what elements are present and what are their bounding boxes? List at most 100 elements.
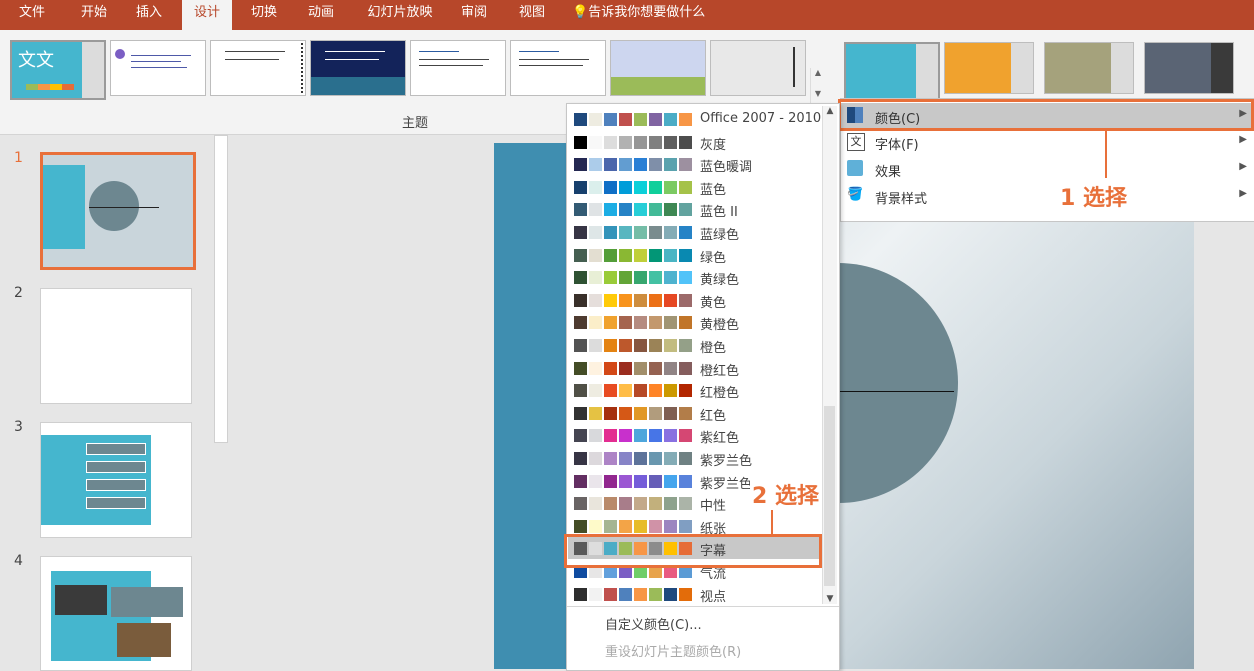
color-swatch <box>619 452 632 465</box>
color-swatch <box>574 271 587 285</box>
tab-animations[interactable]: 动画 <box>297 0 345 28</box>
variant-thumb-2[interactable] <box>944 42 1034 94</box>
color-scheme-row[interactable]: 蓝色 <box>568 176 820 198</box>
ribbon-tab-bar: 文件 开始 插入 设计 切换 动画 幻灯片放映 审阅 视图 💡告诉我你想要做什么 <box>0 0 1254 30</box>
color-swatch <box>649 339 662 352</box>
color-swatch <box>589 361 602 375</box>
tab-transitions[interactable]: 切换 <box>240 0 288 28</box>
color-scheme-name: 橙红色 <box>700 363 740 379</box>
scroll-up-icon[interactable]: ▲ <box>823 106 837 116</box>
color-scheme-row[interactable]: 紫红色 <box>568 424 820 446</box>
color-scheme-name: 蓝色 II <box>700 205 738 221</box>
reset-theme-colors-item[interactable]: 重设幻灯片主题颜色(R) <box>605 641 741 660</box>
color-swatch <box>619 135 632 149</box>
scroll-down-icon[interactable]: ▼ <box>811 89 825 98</box>
chevron-right-icon: ▶ <box>1239 134 1247 145</box>
tab-insert[interactable]: 插入 <box>125 0 173 28</box>
variant-thumb-3[interactable] <box>1044 42 1134 94</box>
color-swatch <box>604 519 617 533</box>
color-swatch <box>634 316 647 330</box>
tell-me-box[interactable]: 💡告诉我你想要做什么 <box>572 0 722 28</box>
custom-colors-item[interactable]: 自定义颜色(C)... <box>605 614 702 633</box>
theme-thumb-2[interactable] <box>110 40 206 96</box>
slide-thumb-4[interactable] <box>40 556 192 671</box>
color-scheme-row[interactable]: 红色 <box>568 402 820 424</box>
theme-thumb-1[interactable]: 文文 <box>10 40 106 100</box>
color-swatch <box>619 497 632 511</box>
color-swatch <box>574 293 587 307</box>
color-scheme-row[interactable]: 黄绿色 <box>568 266 820 288</box>
callout-line-1 <box>1105 130 1107 178</box>
color-swatch <box>619 293 632 307</box>
color-swatch <box>679 429 692 443</box>
menu-item-fonts[interactable]: 文 字体(F) ▶ <box>841 129 1253 155</box>
color-swatch <box>664 339 677 352</box>
color-swatch <box>619 180 632 194</box>
color-swatch <box>604 158 617 172</box>
color-scheme-row[interactable]: 蓝色暖调 <box>568 153 820 175</box>
color-scheme-row[interactable]: 橙色 <box>568 334 820 356</box>
tab-slideshow[interactable]: 幻灯片放映 <box>357 0 443 28</box>
tab-review[interactable]: 审阅 <box>450 0 498 28</box>
color-swatch <box>679 271 692 285</box>
slide-thumbnail-pane: 1 2 3 4 <box>0 135 232 671</box>
color-swatch <box>679 519 692 533</box>
color-scheme-row[interactable]: 绿色 <box>568 244 820 266</box>
variant-thumb-4[interactable] <box>1144 42 1234 94</box>
color-scheme-row[interactable]: 紫罗兰色 <box>568 447 820 469</box>
color-swatch <box>664 452 677 465</box>
color-scheme-row[interactable]: 橙红色 <box>568 357 820 379</box>
color-scheme-name: 蓝色 <box>700 182 727 198</box>
scroll-up-icon[interactable]: ▲ <box>811 68 825 77</box>
color-swatch <box>679 113 692 126</box>
color-swatch <box>589 339 602 352</box>
color-swatch <box>619 474 632 488</box>
color-scheme-row[interactable]: 黄橙色 <box>568 311 820 333</box>
color-swatch <box>649 248 662 262</box>
color-scheme-row[interactable]: 蓝绿色 <box>568 221 820 243</box>
theme-thumb-8[interactable] <box>710 40 806 96</box>
lightbulb-icon: 💡 <box>572 5 589 20</box>
slide-thumb-3[interactable] <box>40 422 192 538</box>
tab-home[interactable]: 开始 <box>70 0 118 28</box>
color-swatch <box>619 519 632 533</box>
color-swatch <box>574 158 587 172</box>
theme-thumb-7[interactable] <box>610 40 706 96</box>
theme-thumb-6[interactable] <box>510 40 606 96</box>
color-scheme-row[interactable]: 蓝色 II <box>568 198 820 220</box>
scroll-down-icon[interactable]: ▼ <box>823 594 837 604</box>
theme-thumb-5[interactable] <box>410 40 506 96</box>
dropdown-scrollbar[interactable]: ▲ ▼ <box>822 106 837 604</box>
color-swatch <box>679 587 692 601</box>
color-swatch <box>679 384 692 398</box>
menu-item-effects[interactable]: 效果 ▶ <box>841 156 1253 182</box>
color-swatch <box>619 429 632 443</box>
slide-thumb-2[interactable] <box>40 288 192 404</box>
tab-view[interactable]: 视图 <box>508 0 556 28</box>
slide-thumb-1[interactable] <box>40 152 196 270</box>
color-swatch <box>679 293 692 307</box>
tab-file[interactable]: 文件 <box>8 0 56 28</box>
color-scheme-row[interactable]: 灰度 <box>568 131 820 153</box>
slide-number: 2 <box>14 285 23 301</box>
color-scheme-name: 灰度 <box>700 137 727 153</box>
color-swatch <box>619 158 632 172</box>
color-swatch <box>589 293 602 307</box>
color-scheme-row[interactable]: 红橙色 <box>568 379 820 401</box>
color-swatch <box>634 519 647 533</box>
color-swatch <box>604 384 617 398</box>
theme-thumb-4[interactable] <box>310 40 406 96</box>
color-swatch <box>634 497 647 511</box>
color-swatch <box>589 474 602 488</box>
callout-step-2: 2 选择 <box>750 478 821 510</box>
scroll-thumb[interactable] <box>824 406 835 586</box>
variant-thumb-1[interactable] <box>844 42 940 100</box>
color-scheme-row[interactable]: Office 2007 - 2010 <box>568 108 821 130</box>
tab-design[interactable]: 设计 <box>182 0 232 30</box>
color-scheme-row[interactable]: 视点 <box>568 583 820 605</box>
menu-item-background-styles[interactable]: 🪣 背景样式 ▶ <box>841 183 1253 209</box>
theme-thumb-3[interactable] <box>210 40 306 96</box>
color-scheme-row[interactable]: 黄色 <box>568 289 820 311</box>
slide-pane-scrollbar[interactable] <box>212 135 228 669</box>
color-swatch <box>679 248 692 262</box>
